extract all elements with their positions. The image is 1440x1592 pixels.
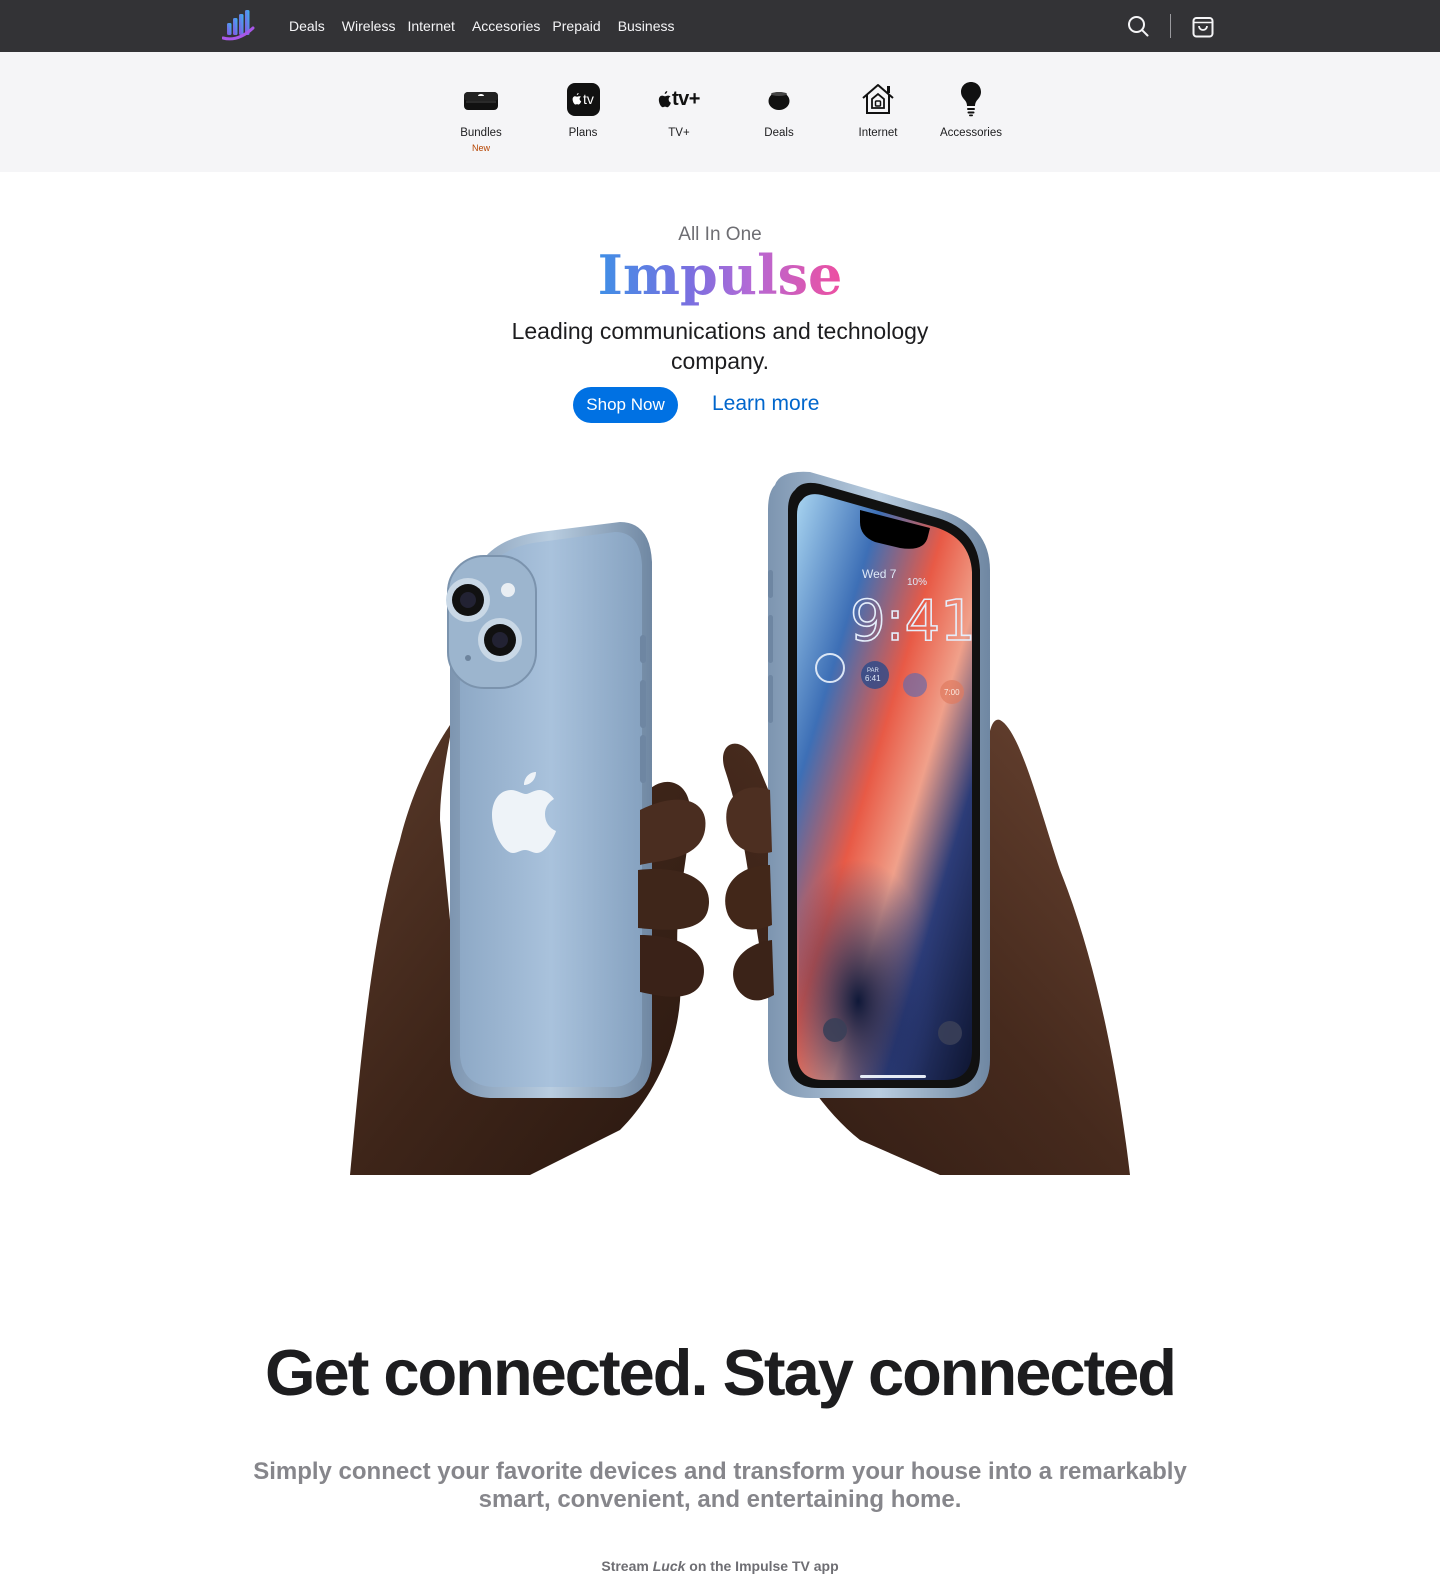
nav-divider — [1170, 14, 1171, 38]
hero-phones-image: Wed 7 10% 9:41 PAR 6:41 7:00 — [340, 470, 1140, 1192]
apple-tv-plus-wordmark: tv+ — [658, 80, 700, 118]
category-label: Bundles — [460, 127, 502, 139]
category-internet[interactable]: Internet — [853, 80, 903, 139]
nav-link-business[interactable]: Business — [618, 18, 675, 34]
shopping-bag-icon[interactable] — [1189, 12, 1217, 40]
new-badge: New — [471, 143, 490, 153]
learn-more-link[interactable]: Learn more — [712, 392, 819, 416]
lockscreen-date: Wed 7 — [862, 567, 897, 581]
shop-now-button[interactable]: Shop Now — [573, 387, 678, 423]
homepod-mini-icon — [767, 80, 791, 118]
stream-prefix: Stream — [601, 1558, 653, 1574]
category-label: Internet — [858, 127, 898, 139]
lockscreen-weather: 10% — [907, 577, 927, 588]
widget-time: 6:41 — [865, 674, 881, 683]
category-label: Accessories — [940, 127, 1002, 139]
stream-title: Luck — [652, 1558, 686, 1574]
category-label: Plans — [568, 127, 598, 139]
section-headline: Get connected. Stay connected — [264, 1336, 1177, 1409]
bar-chart-logo-icon[interactable] — [221, 8, 256, 42]
category-label: TV+ — [668, 127, 690, 139]
home-icon — [860, 80, 896, 118]
nav-link-deals[interactable]: Deals — [289, 18, 325, 34]
nav-link-prepaid[interactable]: Prepaid — [552, 18, 600, 34]
set-top-box-icon — [463, 80, 499, 118]
category-strip: Bundles New tv Plans tv+ TV+ Deals Inter… — [0, 52, 1440, 172]
stream-callout: Stream Luck on the Impulse TV app — [0, 1558, 1440, 1574]
category-label: Deals — [764, 127, 794, 139]
global-nav: Deals Wireless Internet Accesories Prepa… — [0, 0, 1440, 52]
hero-brand-title: Impulse — [0, 240, 1440, 310]
lockscreen-time: 9:41 — [850, 589, 976, 654]
search-icon[interactable] — [1124, 12, 1152, 40]
category-deals[interactable]: Deals — [759, 80, 799, 139]
category-accessories[interactable]: Accessories — [936, 80, 1006, 139]
lightbulb-icon — [960, 80, 982, 118]
stream-suffix: on the Impulse TV app — [685, 1558, 839, 1574]
apple-tv-app-icon: tv — [566, 80, 600, 118]
nav-link-wireless[interactable]: Wireless — [342, 18, 396, 34]
primary-nav: Deals Wireless Internet Accesories Prepa… — [289, 0, 687, 52]
nav-link-internet[interactable]: Internet — [407, 18, 454, 34]
nav-link-accesories[interactable]: Accesories — [472, 18, 540, 34]
category-tv-plus[interactable]: tv+ TV+ — [654, 80, 704, 139]
brand-wordmark: Impulse — [597, 243, 843, 307]
hero-tagline: Leading communications and technology co… — [511, 318, 929, 374]
widget-alarm: 7:00 — [944, 688, 960, 697]
nav-utilities — [1124, 0, 1217, 52]
category-plans[interactable]: tv Plans — [563, 80, 603, 139]
tv-plus-wordmark-text: tv+ — [672, 87, 700, 110]
category-bundles[interactable]: Bundles New — [459, 80, 503, 153]
section-subcopy: Simply connect your favorite devices and… — [253, 1458, 1187, 1513]
plans-icon-text: tv — [583, 91, 594, 107]
